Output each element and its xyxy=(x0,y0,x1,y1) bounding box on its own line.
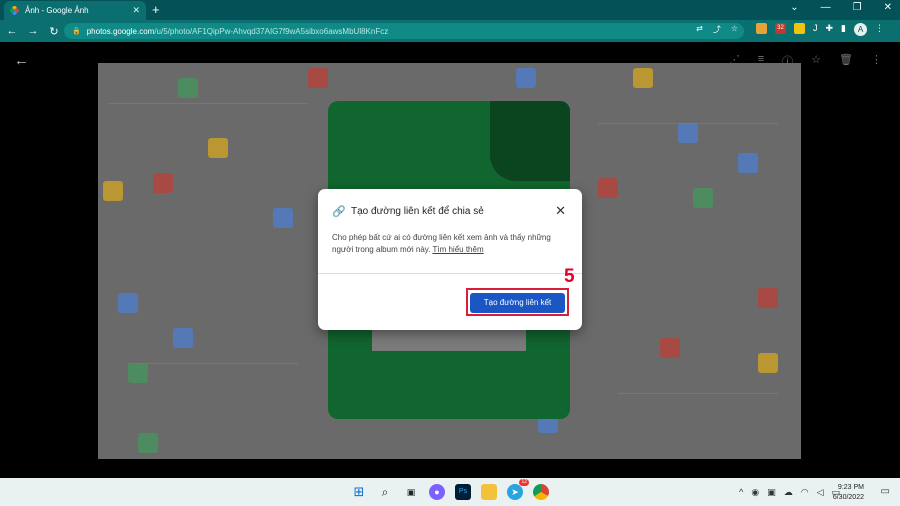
url-path: /u/5/photo/AF1QipPw-Ahvqd37AIG7f9wA5sibx… xyxy=(154,26,389,36)
minimize-icon[interactable]: — xyxy=(821,2,831,13)
avatar[interactable]: A xyxy=(854,23,867,36)
bg-tile xyxy=(758,353,778,373)
telegram-badge: 12 xyxy=(519,479,529,486)
reload-icon[interactable]: ↻ xyxy=(45,25,63,38)
tab-search-icon[interactable]: ⌄ xyxy=(790,2,798,13)
telegram-icon[interactable]: ➤ 12 xyxy=(507,479,529,500)
close-window-icon[interactable]: ✕ xyxy=(884,2,892,13)
bg-line xyxy=(108,103,308,104)
extension-j-icon[interactable]: J xyxy=(813,23,818,36)
search-icon[interactable]: ⌕ xyxy=(377,484,393,500)
task-view-icon[interactable]: ▣ xyxy=(403,484,419,500)
more-options-icon[interactable]: ⋮ xyxy=(871,53,882,69)
close-tab-icon[interactable]: ✕ xyxy=(132,5,140,16)
extensions-area: 32 J ✚ ▮ A ⋮ xyxy=(756,23,884,36)
step-number-label: 5 xyxy=(564,266,575,287)
chrome-icon[interactable] xyxy=(533,484,549,500)
puzzle-icon[interactable]: ✚ xyxy=(826,23,834,36)
sheet-fold xyxy=(490,101,570,181)
flag-icon[interactable]: ▣ xyxy=(767,487,776,498)
forward-icon[interactable]: → xyxy=(24,25,42,37)
share-icon[interactable]: ⤴ xyxy=(713,24,721,35)
address-bar[interactable]: 🔒 photos.google.com/u/5/photo/AF1QipPw-A… xyxy=(64,23,744,39)
maximize-icon[interactable]: ❐ xyxy=(853,2,862,13)
bg-tile xyxy=(178,78,198,98)
highlight-frame: Tạo đường liên kết xyxy=(466,288,569,316)
bg-tile xyxy=(118,293,138,313)
back-icon[interactable]: ← xyxy=(3,25,21,37)
cloud-icon[interactable]: ☁ xyxy=(784,487,793,498)
tab-strip: Ảnh - Google Ảnh ✕ + ⌄ — ❐ ✕ xyxy=(0,0,900,20)
clock-time: 9:23 PM xyxy=(837,484,864,491)
photoshop-icon[interactable]: Ps xyxy=(455,484,471,500)
dialog-title: Tạo đường liên kết để chia sẻ xyxy=(351,206,484,217)
system-tray: ^ ◉ ▣ ☁ ◠ ◁ ▭ xyxy=(739,487,840,498)
bg-tile xyxy=(693,188,713,208)
volume-icon[interactable]: ◁ xyxy=(817,487,824,498)
create-link-button[interactable]: Tạo đường liên kết xyxy=(470,292,565,313)
bg-tile xyxy=(660,338,680,358)
bg-tile xyxy=(598,178,618,198)
tray-app-icon[interactable]: ◉ xyxy=(751,487,759,498)
bg-tile xyxy=(153,173,173,193)
lock-icon: 🔒 xyxy=(72,28,81,35)
bg-tile xyxy=(128,363,148,383)
bg-tile xyxy=(516,68,536,88)
windows-start-icon[interactable]: ⊞ xyxy=(351,484,367,500)
file-explorer-icon[interactable] xyxy=(481,484,497,500)
taskbar-apps: ⊞ ⌕ ▣ ● Ps ➤ 12 xyxy=(351,479,549,500)
divider xyxy=(318,273,582,274)
bg-tile xyxy=(208,138,228,158)
tab-google-photos[interactable]: Ảnh - Google Ảnh ✕ xyxy=(4,1,146,20)
sidebar-icon[interactable]: ▮ xyxy=(841,23,846,36)
bg-tile xyxy=(273,208,293,228)
bg-tile xyxy=(173,328,193,348)
bookmark-star-icon[interactable]: ☆ xyxy=(731,24,738,35)
bg-tile xyxy=(678,123,698,143)
create-link-dialog: 🔗 Tạo đường liên kết để chia sẻ ✕ Cho ph… xyxy=(318,189,582,330)
bg-tile xyxy=(758,288,778,308)
bg-line xyxy=(128,363,298,364)
tab-title: Ảnh - Google Ảnh xyxy=(25,6,89,15)
taskbar: ⊞ ⌕ ▣ ● Ps ➤ 12 ^ ◉ ▣ ☁ ◠ ◁ ▭ 9:23 PM 6/3… xyxy=(0,478,900,506)
bg-tile xyxy=(103,181,123,201)
delete-icon[interactable]: 🗑 xyxy=(839,53,853,69)
bg-tile xyxy=(633,68,653,88)
window-controls: ⌄ — ❐ ✕ xyxy=(790,2,892,13)
extension-badge-icon[interactable]: 32 xyxy=(775,23,786,34)
omnibox-actions: ⇄ ⤴ ☆ xyxy=(696,24,738,35)
bg-line xyxy=(618,393,778,394)
translate-icon[interactable]: ⇄ xyxy=(696,24,703,35)
notification-icon[interactable]: ▭ xyxy=(881,486,890,497)
dialog-body: Cho phép bất cứ ai có đường liên kết xem… xyxy=(332,232,568,256)
menu-icon[interactable]: ⋮ xyxy=(875,23,884,36)
wifi-icon[interactable]: ◠ xyxy=(801,487,809,498)
extension-icon[interactable] xyxy=(756,23,767,34)
back-arrow-icon[interactable]: ← xyxy=(14,52,29,69)
clock[interactable]: 9:23 PM 6/30/2022 xyxy=(833,483,864,503)
chat-icon[interactable]: ● xyxy=(429,484,445,500)
close-icon[interactable]: ✕ xyxy=(555,203,566,219)
chevron-up-icon[interactable]: ^ xyxy=(739,487,743,498)
bg-tile xyxy=(308,68,328,88)
learn-more-link[interactable]: Tìm hiểu thêm xyxy=(432,245,483,254)
new-tab-button[interactable]: + xyxy=(152,2,160,18)
url-domain: photos.google.com xyxy=(86,26,155,36)
extension-yellow-icon[interactable] xyxy=(794,23,805,34)
bg-tile xyxy=(738,153,758,173)
google-photos-icon xyxy=(10,6,19,15)
bg-tile xyxy=(138,433,158,453)
clock-date: 6/30/2022 xyxy=(832,494,864,501)
link-icon: 🔗 xyxy=(332,206,346,218)
favorite-star-icon[interactable]: ☆ xyxy=(811,53,821,69)
